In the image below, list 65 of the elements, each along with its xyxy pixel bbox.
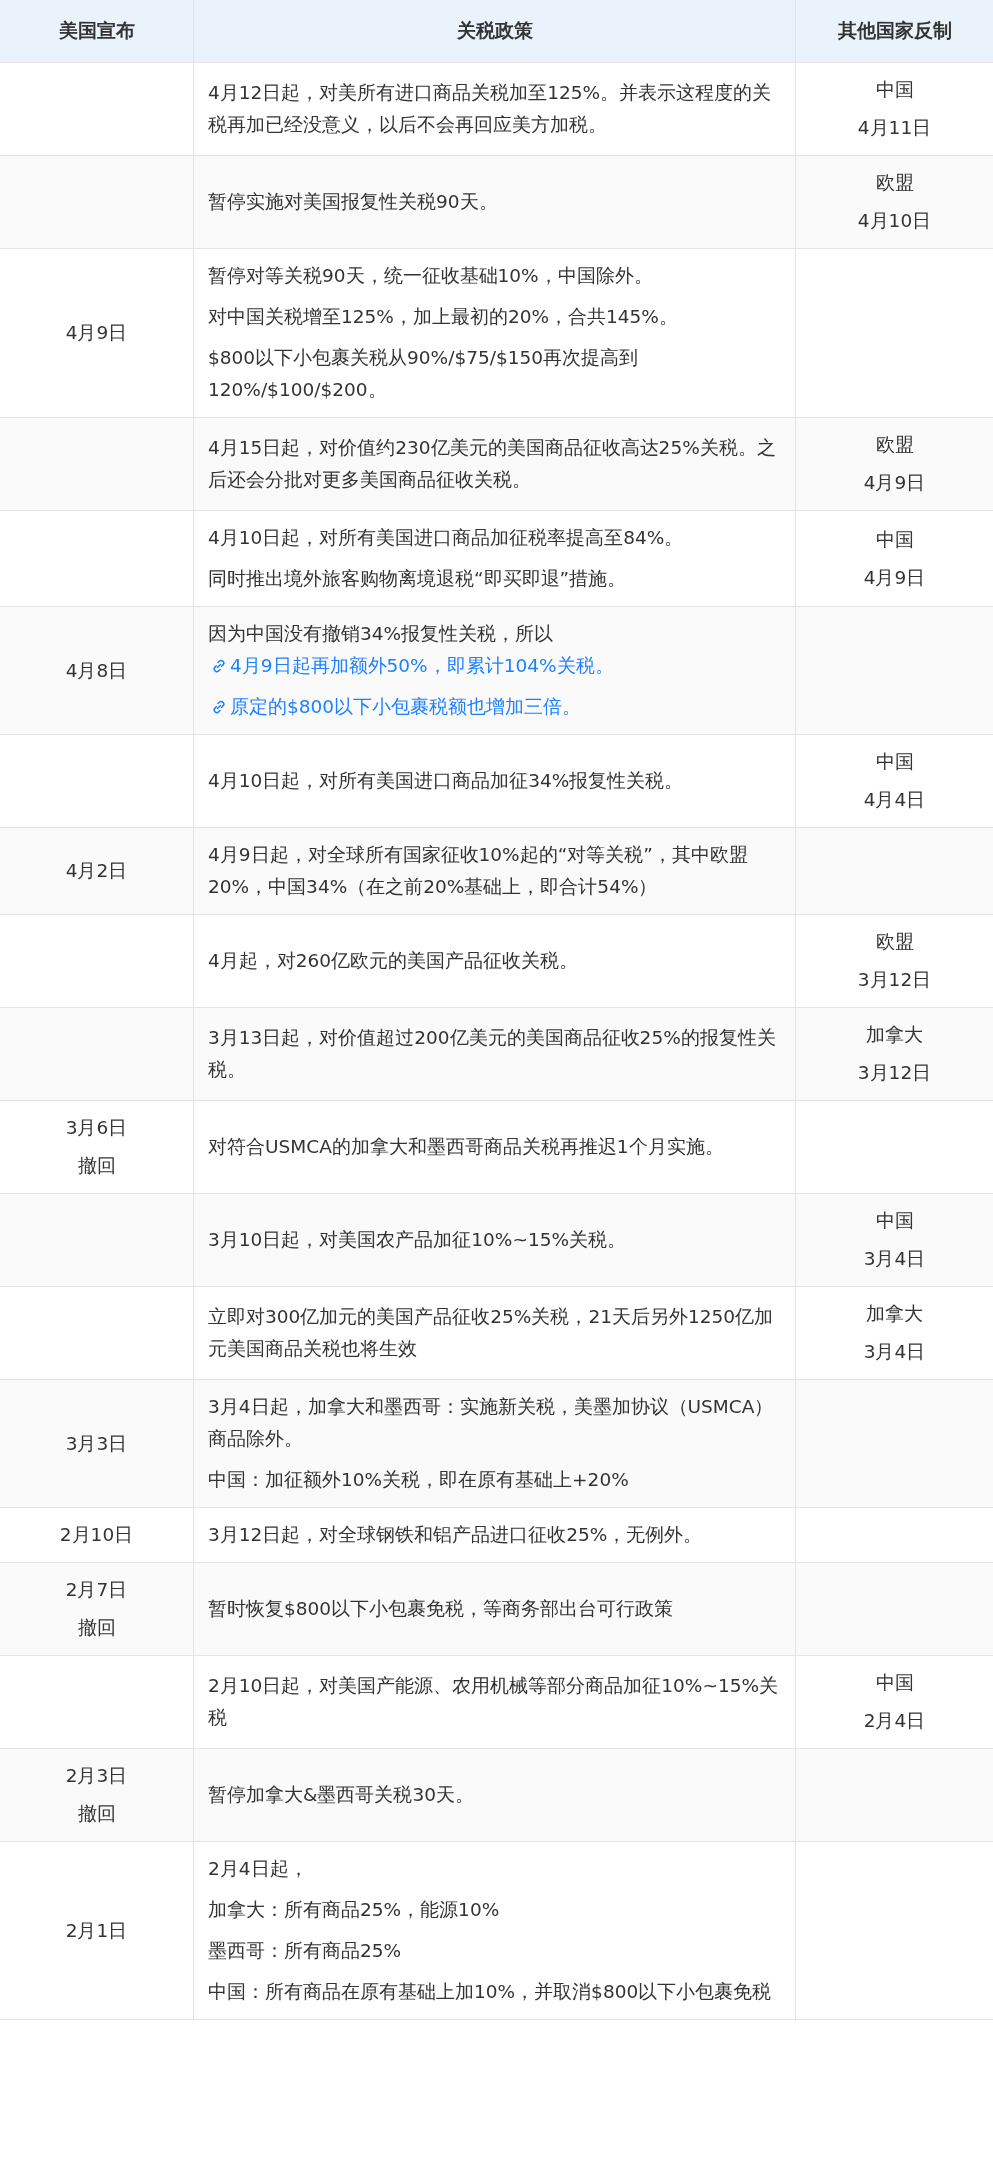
table-cell-text: 4月9日: [863, 471, 926, 495]
table-cell-text: 4月9日: [863, 565, 926, 590]
column-header: 美国宣布: [58, 19, 135, 43]
table-cell-text: 3月12日: [857, 1061, 932, 1085]
table-cell-text: 2月4日: [863, 1709, 926, 1733]
table-cell-text: 3月6日: [65, 1116, 128, 1140]
table-cell-text: 4月2日: [65, 859, 128, 883]
policy-paragraph: 3月10日起，对美国农产品加征10%~15%关税。: [208, 1228, 628, 1252]
policy-paragraph: 2月4日起，: [208, 1857, 309, 1881]
table-cell-text: 欧盟: [875, 433, 914, 457]
policy-paragraph: 因为中国没有撤销34%报复性关税，所以 4月9日起再加额外50%，即累计104%关税。: [208, 622, 615, 678]
link-icon: [211, 658, 227, 674]
policy-paragraph: 暂停加拿大&墨西哥关税30天。: [208, 1783, 475, 1807]
table-cell-text: 4月11日: [857, 116, 932, 140]
policy-paragraph: 4月10日起，对所有美国进口商品加征34%报复性关税。: [208, 769, 685, 793]
table-cell-text: 撤回: [77, 1154, 116, 1178]
policy-paragraph: 4月起，对260亿欧元的美国产品征收关税。: [208, 949, 580, 973]
policy-paragraph: 暂时恢复$800以下小包裹免税，等商务部出台可行政策: [208, 1597, 675, 1621]
policy-paragraph: 4月15日起，对价值约230亿美元的美国商品征收高达25%关税。之后还会分批对更多美国商品征收关税。: [208, 436, 777, 492]
link-icon: [211, 699, 227, 715]
table-cell-text: 欧盟: [875, 171, 914, 195]
policy-paragraph: 中国：加征额外10%关税，即在原有基础上+20%: [208, 1468, 630, 1492]
table-cell-text: 3月4日: [863, 1247, 926, 1271]
table-cell-text: 3月4日: [863, 1340, 926, 1364]
policy-paragraph: 对中国关税增至125%，加上最初的20%，合共145%。: [208, 305, 679, 329]
table-cell-text: 加拿大: [866, 1302, 923, 1326]
policy-paragraph: 同时推出境外旅客购物离境退税“即买即退”措施。: [208, 567, 628, 591]
policy-paragraph: 3月4日起，加拿大和墨西哥：实施新关税，美墨加协议（USMCA）商品除外。: [208, 1395, 775, 1451]
table-cell-text: 2月3日: [65, 1764, 128, 1788]
table-cell-text: 2月10日: [59, 1523, 134, 1547]
policy-link[interactable]: 原定的$800以下小包裹税额也增加三倍。: [208, 696, 582, 717]
policy-paragraph: 墨西哥：所有商品25%: [208, 1939, 403, 1963]
policy-paragraph: 2月10日起，对美国产能源、农用机械等部分商品加征10%~15%关税: [208, 1674, 780, 1730]
table-cell-text: 4月10日: [857, 209, 932, 233]
policy-paragraph: 暂停对等关税90天，统一征收基础10%，中国除外。: [208, 264, 654, 288]
policy-paragraph: 4月10日起，对所有美国进口商品加征税率提高至84%。: [208, 526, 685, 550]
table-cell-text: 撤回: [77, 1616, 116, 1640]
policy-paragraph: $800以下小包裹关税从90%/$75/$150再次提高到120%/$100/$200。: [208, 346, 640, 402]
table-cell-text: 撤回: [77, 1802, 116, 1826]
policy-link[interactable]: 4月9日起再加额外50%，即累计104%关税。: [208, 655, 614, 676]
table-cell-text: 中国: [875, 1671, 914, 1695]
table-cell-text: 中国: [875, 750, 914, 774]
table-cell-text: 中国: [875, 78, 914, 102]
policy-paragraph: 暂停实施对美国报复性关税90天。: [208, 190, 499, 214]
table-cell-text: 2月1日: [65, 1918, 128, 1943]
table-cell-text: 欧盟: [875, 930, 914, 954]
table-cell-text: 3月12日: [857, 968, 932, 992]
column-header: 关税政策: [456, 19, 533, 43]
table-cell-text: 4月4日: [863, 788, 926, 812]
policy-paragraph: 4月9日起，对全球所有国家征收10%起的“对等关税”，其中欧盟20%，中国34%（在之前20%基础上，即合计54%）: [208, 843, 749, 899]
table-cell-text: 中国: [875, 527, 914, 552]
policy-paragraph: 立即对300亿加元的美国产品征收25%关税，21天后另外1250亿加元美国商品关税也将生效: [208, 1305, 775, 1361]
table-cell-text: 中国: [875, 1209, 914, 1233]
column-header: 其他国家反制: [837, 19, 952, 43]
table-cell-text: 4月9日: [65, 321, 128, 345]
policy-paragraph: 3月12日起，对全球钢铁和铝产品进口征收25%，无例外。: [208, 1523, 704, 1547]
policy-paragraph: 对符合USMCA的加拿大和墨西哥商品关税再推迟1个月实施。: [208, 1135, 725, 1159]
policy-paragraph: 4月12日起，对美所有进口商品关税加至125%。并表示这程度的关税再加已经没意义，以后不会再回应美方加税。: [208, 81, 773, 137]
table-cell-text: 3月3日: [65, 1431, 128, 1456]
table-cell-text: 4月8日: [65, 658, 128, 683]
table-cell-text: 加拿大: [866, 1023, 923, 1047]
table-cell-text: 2月7日: [65, 1578, 128, 1602]
policy-paragraph: 3月13日起，对价值超过200亿美元的美国商品征收25%的报复性关税。: [208, 1026, 777, 1082]
policy-paragraph: 中国：所有商品在原有基础上加10%，并取消$800以下小包裹免税: [208, 1980, 773, 2004]
policy-paragraph: 加拿大：所有商品25%，能源10%: [208, 1898, 501, 1922]
